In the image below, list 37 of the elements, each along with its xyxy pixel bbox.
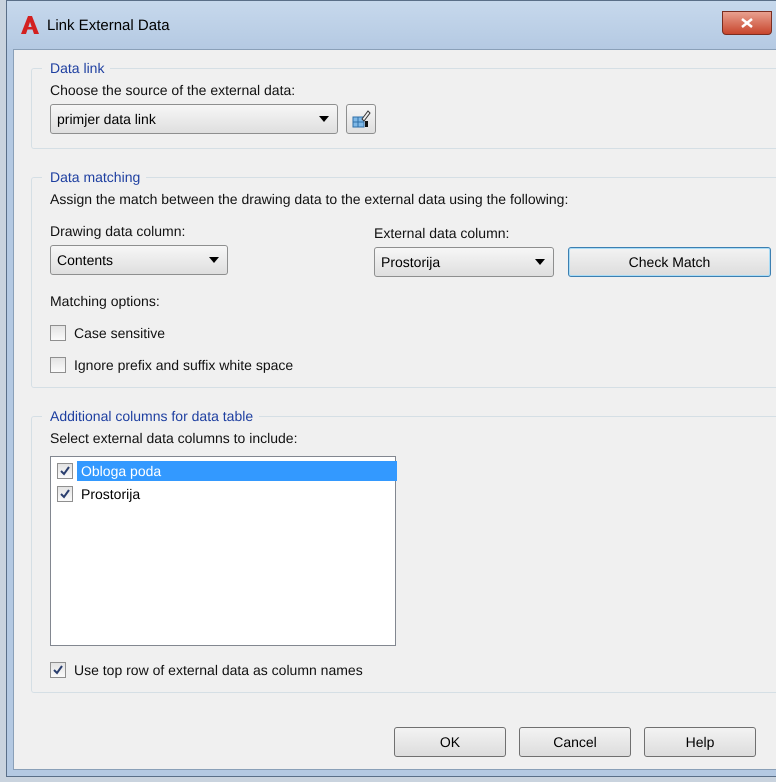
data-link-manager-button[interactable] xyxy=(346,104,376,134)
window-title: Link External Data xyxy=(47,16,170,34)
caret-icon xyxy=(209,257,219,263)
close-button[interactable] xyxy=(722,11,772,35)
field-label: Select external data columns to include: xyxy=(50,430,298,446)
app-logo-icon xyxy=(21,16,39,34)
checkbox[interactable] xyxy=(57,462,73,478)
description-text: Assign the match between the drawing data to the external data using the following: xyxy=(50,191,570,207)
dialog-button[interactable]: Cancel xyxy=(519,727,631,757)
check-icon xyxy=(59,488,71,500)
external-column-dropdown[interactable]: Prostorija xyxy=(374,247,554,277)
checkbox-label: Use top row of external data as column names xyxy=(74,662,363,678)
check-icon xyxy=(52,664,64,676)
group-title: Data link xyxy=(49,60,106,76)
checkbox-label: Ignore prefix and suffix white space xyxy=(74,357,294,373)
field-label: Choose the source of the external data: xyxy=(50,82,296,98)
checkbox-label: Case sensitive xyxy=(74,325,166,341)
caret-icon xyxy=(535,259,545,265)
dialog-button[interactable]: OK xyxy=(394,727,506,757)
list-item[interactable]: Prostorija xyxy=(53,482,397,505)
caret-icon xyxy=(319,116,329,122)
checkbox[interactable] xyxy=(57,486,73,502)
field-label: External data column: xyxy=(374,225,510,241)
group-title: Additional columns for data table xyxy=(49,408,254,424)
source-dropdown[interactable]: primjer data link xyxy=(50,104,338,134)
group-title: Data matching xyxy=(49,169,142,185)
checkbox[interactable] xyxy=(50,662,66,678)
close-icon xyxy=(741,18,753,28)
checkbox[interactable] xyxy=(50,325,66,341)
field-label: Matching options: xyxy=(50,293,161,309)
field-label: Drawing data column: xyxy=(50,223,186,239)
check-icon xyxy=(59,464,71,476)
checkbox[interactable] xyxy=(50,357,66,373)
dialog-button[interactable]: Help xyxy=(644,727,756,757)
table-edit-icon xyxy=(351,109,371,129)
check-match-button[interactable]: Check Match xyxy=(568,247,771,277)
drawing-column-dropdown[interactable]: Contents xyxy=(50,245,228,275)
